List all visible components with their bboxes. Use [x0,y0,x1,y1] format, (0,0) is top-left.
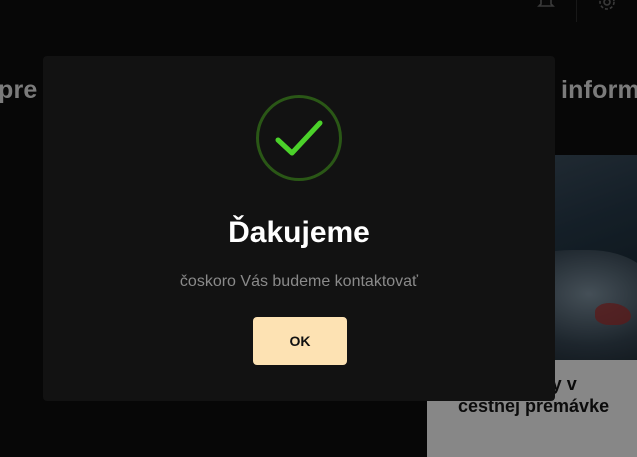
thank-you-modal: Ďakujeme čoskoro Vás budeme kontaktovať … [43,56,555,401]
modal-title: Ďakujeme [228,216,370,249]
ok-button[interactable]: OK [253,317,347,365]
modal-message: čoskoro Vás budeme kontaktovať [179,273,419,290]
checkmark-icon [275,120,323,156]
success-indicator [256,95,342,181]
